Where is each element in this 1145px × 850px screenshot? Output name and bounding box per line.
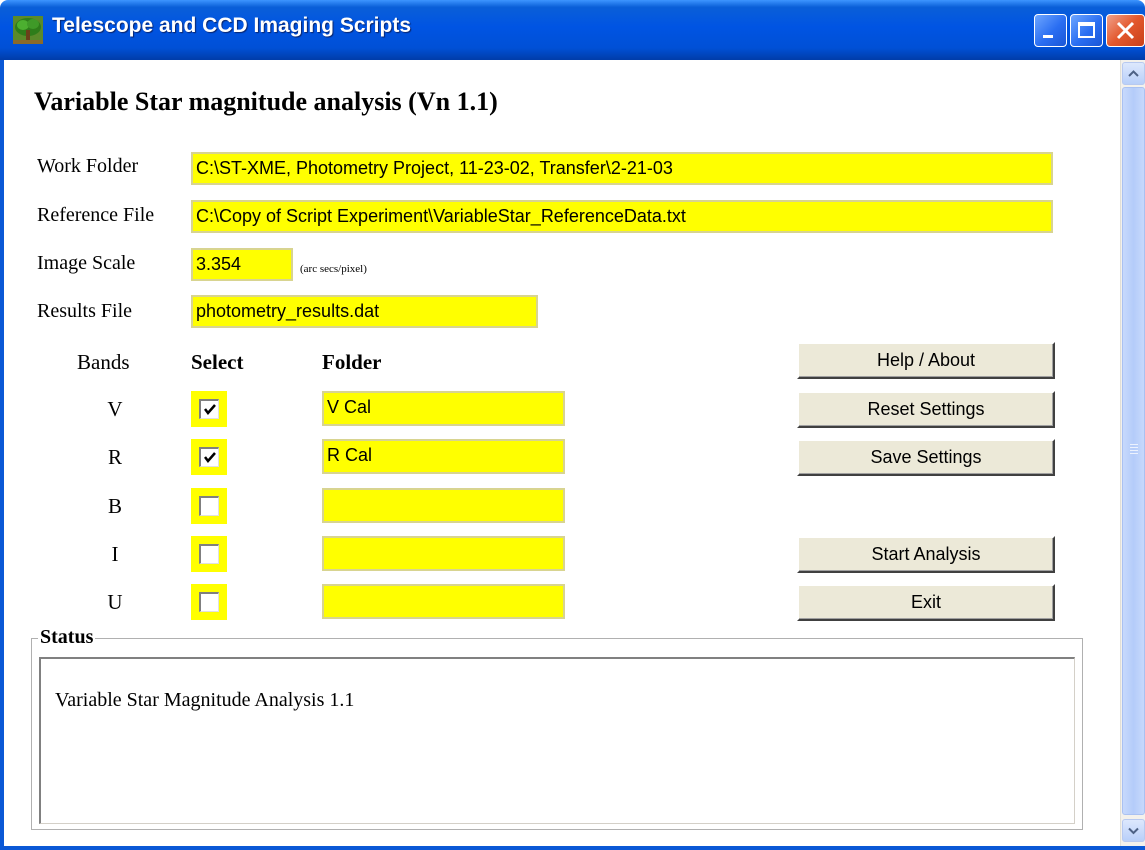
scroll-thumb[interactable] (1122, 87, 1145, 815)
image-scale-unit: (arc secs/pixel) (300, 263, 367, 275)
work-folder-label: Work Folder (37, 155, 139, 177)
app-window: Telescope and CCD Imaging Scripts Variab… (0, 0, 1145, 850)
band-label-v: V (107, 397, 123, 421)
band-label-i: I (111, 542, 119, 566)
band-select-checkbox-b[interactable] (191, 488, 227, 524)
reference-file-field[interactable]: C:\Copy of Script Experiment\VariableSta… (191, 200, 1053, 233)
select-column-header: Select (191, 350, 244, 374)
checkbox-box (199, 496, 219, 516)
band-folder-field-i[interactable] (322, 536, 565, 571)
grip-line (1130, 444, 1138, 445)
band-label-b: B (107, 494, 122, 518)
vertical-scrollbar[interactable] (1120, 60, 1145, 846)
window-frame-bottom (0, 846, 1145, 850)
page-title: Variable Star magnitude analysis (Vn 1.1… (34, 87, 498, 116)
minimize-button[interactable] (1034, 14, 1067, 47)
checkmark-icon (204, 452, 216, 463)
exit-button[interactable]: Exit (797, 584, 1055, 621)
results-file-label: Results File (37, 300, 133, 322)
window-title: Telescope and CCD Imaging Scripts (52, 14, 412, 37)
maximize-icon (1078, 22, 1095, 38)
band-select-checkbox-r[interactable] (191, 439, 227, 475)
band-select-checkbox-i[interactable] (191, 536, 227, 572)
checkbox-box (199, 399, 219, 419)
image-scale-field[interactable]: 3.354 (191, 248, 293, 281)
save-settings-button[interactable]: Save Settings (797, 439, 1055, 476)
results-file-field[interactable]: photometry_results.dat (191, 295, 538, 328)
start-analysis-button[interactable]: Start Analysis (797, 536, 1055, 573)
checkbox-box (199, 447, 219, 467)
scroll-down-button[interactable] (1122, 819, 1145, 842)
band-label-r: R (107, 445, 122, 469)
chevron-up-icon (1128, 70, 1139, 77)
tree-icon (13, 16, 43, 44)
status-textbox[interactable]: Variable Star Magnitude Analysis 1.1 (39, 657, 1075, 824)
checkbox-box (199, 544, 219, 564)
grip-line (1130, 450, 1138, 451)
bands-column-header: Bands (77, 350, 130, 374)
reset-settings-button[interactable]: Reset Settings (797, 391, 1055, 428)
title-bar[interactable]: Telescope and CCD Imaging Scripts (0, 0, 1145, 60)
close-icon (1116, 21, 1135, 40)
checkmark-icon (204, 404, 216, 415)
band-folder-field-u[interactable] (322, 584, 565, 619)
status-legend: Status (38, 626, 96, 649)
help-about-button[interactable]: Help / About (797, 342, 1055, 379)
grip-line (1130, 453, 1138, 454)
checkbox-box (199, 592, 219, 612)
band-label-u: U (107, 590, 123, 614)
chevron-down-icon (1128, 827, 1139, 835)
content-area: Variable Star magnitude analysis (Vn 1.1… (4, 60, 1120, 846)
work-folder-field[interactable]: C:\ST-XME, Photometry Project, 11-23-02,… (191, 152, 1053, 185)
status-message: Variable Star Magnitude Analysis 1.1 (55, 689, 355, 711)
minimize-icon (1043, 35, 1053, 38)
band-folder-field-r[interactable]: R Cal (322, 439, 565, 474)
folder-column-header: Folder (322, 350, 382, 374)
band-folder-field-b[interactable] (322, 488, 565, 523)
scroll-up-button[interactable] (1122, 62, 1145, 85)
band-select-checkbox-v[interactable] (191, 391, 227, 427)
close-button[interactable] (1106, 14, 1145, 47)
image-scale-label: Image Scale (37, 252, 136, 274)
reference-file-label: Reference File (37, 204, 155, 226)
band-select-checkbox-u[interactable] (191, 584, 227, 620)
band-folder-field-v[interactable]: V Cal (322, 391, 565, 426)
grip-line (1130, 447, 1138, 448)
maximize-button[interactable] (1070, 14, 1103, 47)
